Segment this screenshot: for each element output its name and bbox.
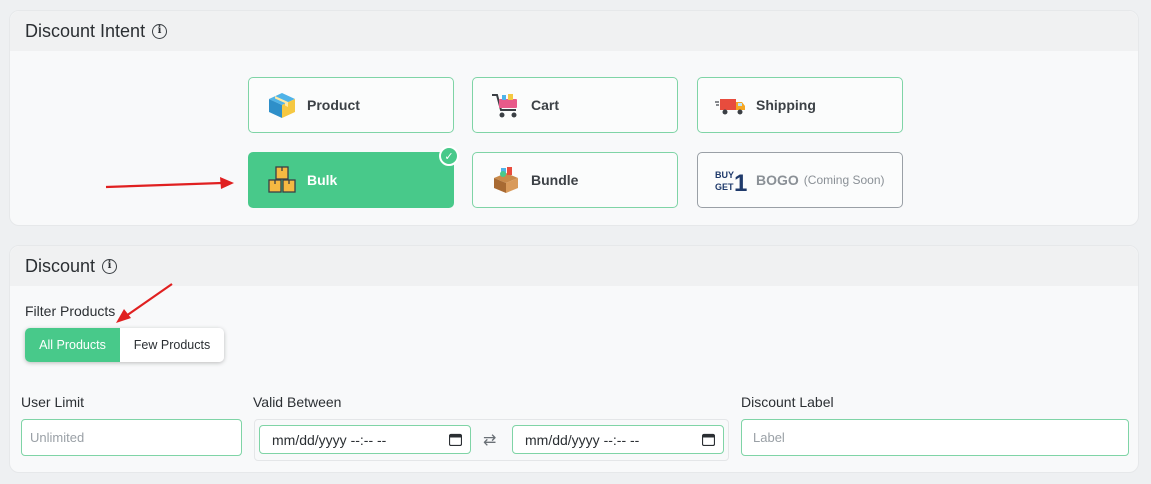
intent-card-label: Shipping — [756, 97, 816, 113]
stacked-boxes-icon — [268, 166, 296, 193]
intent-card-product[interactable]: Product — [248, 77, 454, 133]
intent-card-cart[interactable]: Cart — [472, 77, 678, 133]
selected-check-icon: ✓ — [439, 146, 459, 166]
discount-intent-title: Discount Intent — [25, 20, 146, 41]
bundle-box-icon — [494, 167, 518, 193]
svg-text:BUY: BUY — [715, 170, 734, 180]
annotation-arrow-bulk — [105, 177, 234, 189]
start-date-value: mm/dd/yyyy --:-- -- — [272, 431, 387, 448]
swap-arrows-icon: ⇄ — [483, 432, 497, 449]
end-date-value: mm/dd/yyyy --:-- -- — [525, 431, 640, 448]
discount-intent-header: Discount Intent i — [10, 11, 1138, 51]
coming-soon-note: (Coming Soon) — [803, 173, 885, 187]
discount-label-input[interactable]: Label — [741, 419, 1129, 456]
intent-card-label: Bulk — [307, 172, 338, 188]
filter-products-toggle: All Products Few Products — [25, 328, 224, 362]
intent-card-label: BOGO — [756, 172, 799, 188]
intent-card-label: Cart — [531, 97, 560, 113]
end-date-input[interactable]: mm/dd/yyyy --:-- -- — [512, 425, 724, 454]
start-date-input[interactable]: mm/dd/yyyy --:-- -- — [259, 425, 471, 454]
delivery-truck-icon — [715, 99, 745, 115]
few-products-button[interactable]: Few Products — [120, 328, 224, 362]
shopping-cart-icon — [492, 94, 517, 118]
svg-text:1: 1 — [734, 170, 747, 195]
intent-card-shipping[interactable]: Shipping — [697, 77, 903, 133]
user-limit-input[interactable]: Unlimited — [21, 419, 242, 456]
product-box-icon — [269, 93, 295, 118]
info-icon[interactable]: i — [102, 258, 118, 274]
intent-card-bulk[interactable]: Bulk ✓ — [248, 146, 459, 208]
info-icon[interactable]: i — [152, 23, 168, 39]
intent-card-bogo[interactable]: BUY GET 1 BOGO (Coming Soon) — [697, 152, 903, 208]
discount-title: Discount — [25, 255, 96, 276]
user-limit-label: User Limit — [21, 394, 85, 410]
calendar-icon[interactable] — [449, 433, 462, 446]
valid-between-range: mm/dd/yyyy --:-- -- ⇄ mm/dd/yyyy --:-- -… — [254, 419, 729, 461]
intent-card-label: Product — [307, 97, 360, 113]
valid-between-label: Valid Between — [253, 394, 342, 410]
intent-card-bundle[interactable]: Bundle — [472, 152, 678, 208]
annotation-arrow-filter — [116, 283, 173, 323]
all-products-button[interactable]: All Products — [25, 328, 120, 362]
intent-card-label: Bundle — [531, 172, 579, 188]
discount-label-label: Discount Label — [741, 394, 834, 410]
buy-get-1-icon: BUY GET 1 — [715, 170, 747, 195]
filter-products-label: Filter Products — [25, 303, 116, 319]
svg-text:GET: GET — [715, 182, 734, 192]
calendar-icon[interactable] — [702, 433, 715, 446]
